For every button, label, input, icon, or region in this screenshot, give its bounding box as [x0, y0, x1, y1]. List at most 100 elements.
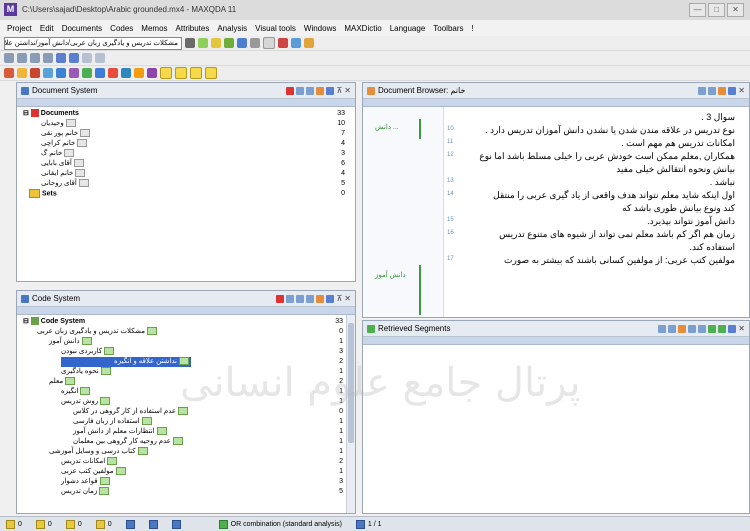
pin-icon[interactable]: ⊼ — [336, 294, 342, 303]
code-system-scrollbar[interactable] — [346, 315, 355, 513]
document-item[interactable]: وحیدیان — [41, 119, 78, 129]
code-item[interactable]: نداشتن علاقه و انگیزه — [61, 357, 191, 367]
sort-icon[interactable] — [296, 294, 305, 303]
code-icon[interactable] — [708, 324, 717, 333]
folder-icon[interactable] — [17, 68, 27, 78]
retrieve-icon[interactable] — [291, 38, 301, 48]
print-icon[interactable] — [678, 324, 687, 333]
code-item[interactable]: امکانات تدریس — [61, 457, 119, 467]
list-icon[interactable] — [43, 53, 53, 63]
print-icon[interactable] — [316, 294, 325, 303]
document-text-line[interactable]: زمان هم اگر کم باشد معلم نمی تواند از شی… — [499, 228, 735, 240]
document-text-line[interactable]: بیانش ونحوه انتقالش خیلی مفید — [616, 163, 735, 175]
code-item[interactable]: زمان تدریس — [61, 487, 111, 497]
window-code-system-toggle-icon[interactable] — [175, 67, 187, 79]
window-browser-toggle-icon[interactable] — [190, 67, 202, 79]
sets-root[interactable]: Sets — [29, 189, 57, 199]
browser-icon[interactable] — [108, 68, 118, 78]
document-text-line[interactable]: دانش آموز نتواند بپذیرد. — [647, 215, 735, 227]
code-item[interactable]: معلم — [49, 377, 77, 387]
code-margin-tag[interactable]: دانش ... — [375, 123, 399, 133]
code-item[interactable]: عدم روحیه کار گروهی بین معلمان — [73, 437, 185, 447]
documents-root[interactable]: ⊟ Documents — [23, 109, 79, 119]
document-text-line[interactable]: نوع تدریس در علاقه مندن شدن یا نشدن دانش… — [485, 124, 735, 136]
filter-icon[interactable] — [688, 324, 697, 333]
in-vivo-icon[interactable] — [224, 38, 234, 48]
text-icon[interactable] — [121, 68, 131, 78]
indent-icon[interactable] — [17, 53, 27, 63]
delete-icon[interactable] — [30, 68, 40, 78]
code-margin-tag[interactable]: دانش آموز — [375, 271, 406, 281]
search-tool-icon[interactable] — [147, 68, 157, 78]
document-text-line[interactable]: استفاده کند. — [689, 241, 735, 253]
document-system-icon[interactable] — [95, 68, 105, 78]
code-item[interactable]: نحوه یادگیری — [61, 367, 113, 377]
menu-analysis[interactable]: Analysis — [216, 24, 248, 33]
menu-help[interactable]: ! — [471, 24, 475, 33]
collapse-icon[interactable]: ⊟ — [23, 318, 29, 325]
maximize-button[interactable]: □ — [708, 3, 725, 17]
code-bracket[interactable] — [419, 265, 421, 315]
grid-icon[interactable] — [95, 53, 105, 63]
activate-icon[interactable] — [69, 68, 79, 78]
align-icon[interactable] — [4, 53, 14, 63]
code-item[interactable]: عدم استفاده از کار گروهی در کلاس — [73, 407, 190, 417]
document-text-line[interactable]: کند ونوع بیانش طوری باشد که — [622, 202, 735, 214]
close-icon[interactable]: ✕ — [738, 324, 745, 333]
document-item[interactable]: خانم پور نقی — [41, 129, 92, 139]
export-icon[interactable] — [668, 324, 677, 333]
search-icon[interactable] — [56, 53, 66, 63]
pin-icon[interactable]: ⊼ — [336, 86, 342, 95]
menu-windows[interactable]: Windows — [303, 24, 337, 33]
highlighter-icon[interactable] — [134, 68, 144, 78]
window-retrieved-toggle-icon[interactable] — [205, 67, 217, 79]
weight-icon[interactable] — [698, 324, 707, 333]
recode-icon[interactable] — [718, 324, 727, 333]
code-item[interactable]: استفاده از زبان فارسی — [73, 417, 154, 427]
close-icon[interactable]: ✕ — [344, 294, 351, 303]
close-button[interactable]: ✕ — [727, 3, 744, 17]
menu-toolbars[interactable]: Toolbars — [432, 24, 464, 33]
code-matrix-icon[interactable] — [82, 68, 92, 78]
code-item[interactable]: مولفین کتب عربی — [61, 467, 128, 477]
code-item[interactable]: دانش آموز — [49, 337, 94, 347]
table-icon[interactable] — [82, 53, 92, 63]
dropdown-icon[interactable] — [185, 38, 195, 48]
search-icon[interactable] — [326, 294, 335, 303]
menu-visual-tools[interactable]: Visual tools — [254, 24, 297, 33]
document-item[interactable]: خانم ایقانی — [41, 169, 87, 179]
code-system-root[interactable]: ⊟ Code System — [23, 317, 85, 327]
open-icon[interactable] — [4, 68, 14, 78]
menu-language[interactable]: Language — [389, 24, 427, 33]
search-next-icon[interactable] — [69, 53, 79, 63]
document-item[interactable]: آقای روحانی — [41, 179, 91, 189]
delete-icon[interactable] — [276, 294, 285, 303]
edit-icon[interactable] — [698, 86, 707, 95]
export-icon[interactable] — [306, 86, 315, 95]
code-item[interactable]: انگیزه — [61, 387, 92, 397]
minimize-button[interactable]: — — [689, 3, 706, 17]
window-doc-system-toggle-icon[interactable] — [160, 67, 172, 79]
highlight-icon[interactable] — [211, 38, 221, 48]
table-icon[interactable] — [296, 86, 305, 95]
export-icon[interactable] — [708, 86, 717, 95]
outdent-icon[interactable] — [30, 53, 40, 63]
active-code-combo[interactable]: مشکلات تدریس و یادگیری زبان عربی/دانش آم… — [4, 36, 182, 50]
code-icon[interactable] — [198, 38, 208, 48]
scrollbar-thumb[interactable] — [348, 323, 354, 443]
code-item[interactable]: کتاب درسی و وسایل آموزشی — [49, 447, 150, 457]
menu-project[interactable]: Project — [6, 24, 33, 33]
menu-edit[interactable]: Edit — [39, 24, 55, 33]
code-item[interactable]: روش تدریس — [61, 397, 112, 407]
link-icon[interactable] — [43, 68, 53, 78]
table-icon[interactable] — [286, 294, 295, 303]
code-bracket[interactable] — [419, 119, 421, 139]
document-text-line[interactable]: امکانات تدریس هم مهم است . — [621, 137, 735, 149]
close-icon[interactable]: ✕ — [344, 86, 351, 95]
document-item[interactable]: خانم گ — [41, 149, 76, 159]
menu-documents[interactable]: Documents — [61, 24, 103, 33]
search-icon[interactable] — [326, 86, 335, 95]
document-text-line[interactable]: نباشد . — [710, 176, 735, 188]
search-icon[interactable] — [728, 86, 737, 95]
emoticode-icon[interactable] — [237, 38, 247, 48]
